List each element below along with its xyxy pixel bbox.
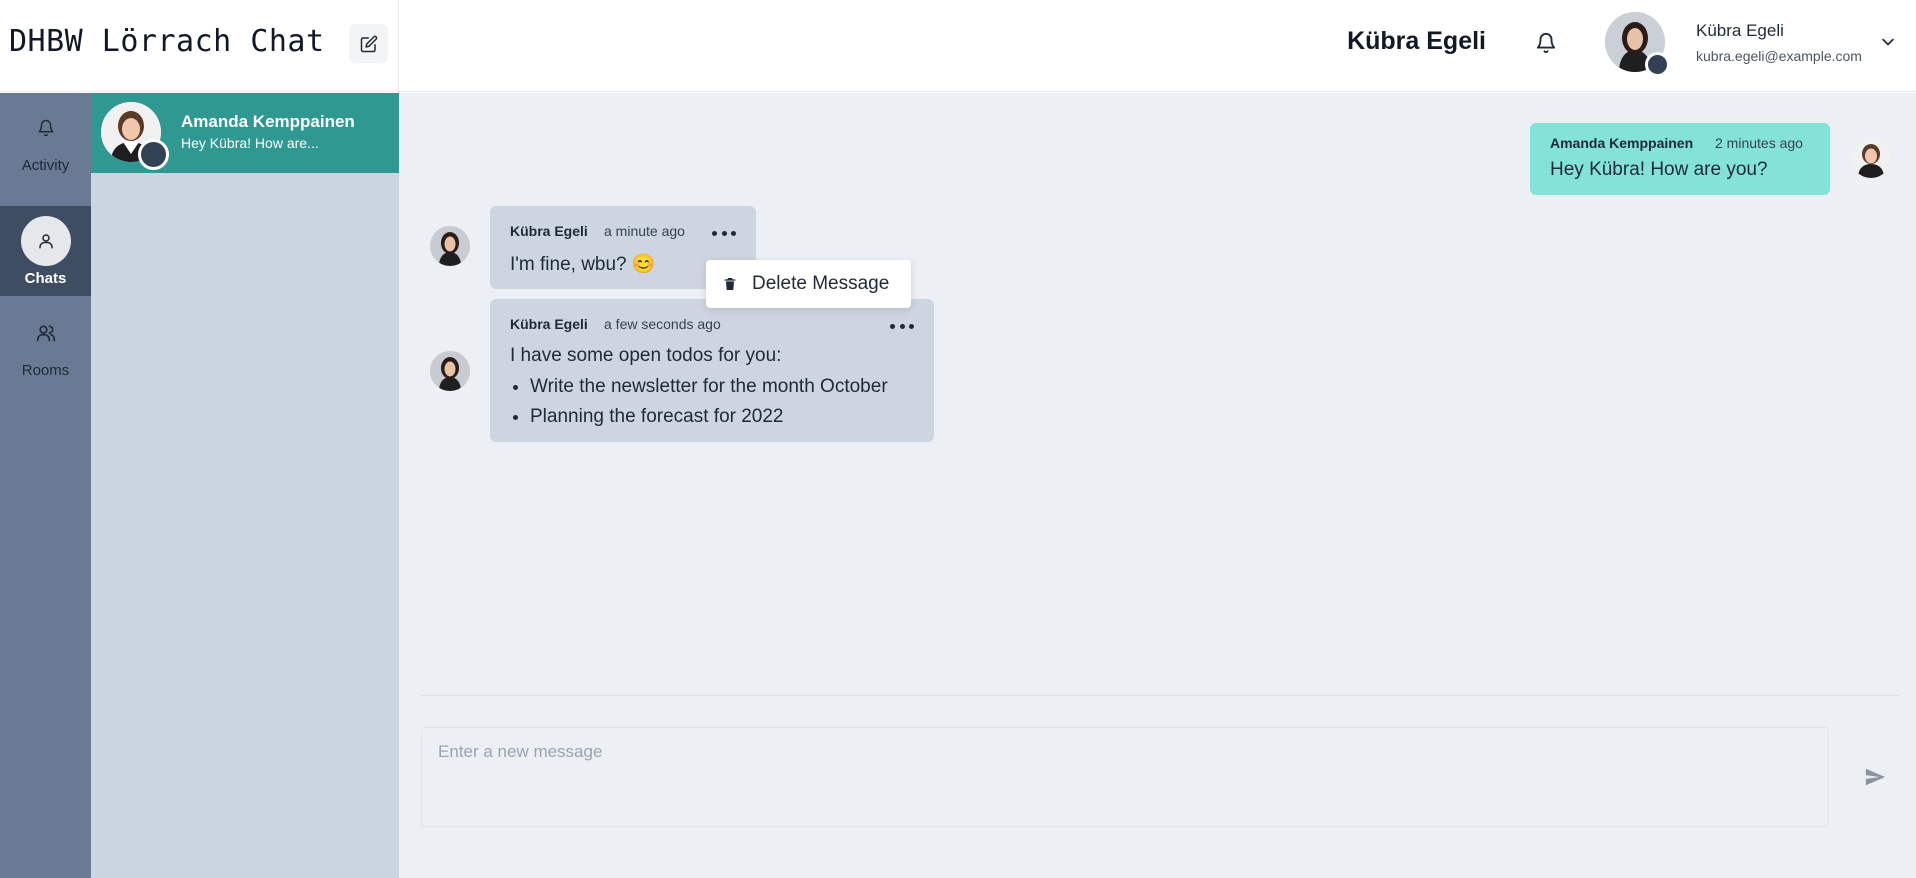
user-icon [20, 216, 71, 266]
left-nav: Activity Chats Rooms [0, 93, 91, 878]
app-title: DHBW Lörrach Chat [9, 24, 325, 59]
trash-icon [724, 278, 736, 290]
message-text: I'm fine, wbu? 😊 [510, 254, 656, 275]
nav-label: Rooms [21, 362, 70, 379]
more-options-button[interactable] [890, 319, 914, 333]
message-bubble[interactable]: Amanda Kemppainen 2 minutes ago Hey Kübr… [1530, 123, 1830, 195]
header-divider [398, 0, 399, 92]
new-chat-button[interactable] [349, 24, 388, 63]
message-author: Amanda Kemppainen [1550, 135, 1694, 151]
nav-item-activity[interactable]: Activity [0, 93, 91, 183]
chat-preview: Hey Kübra! How are... [181, 135, 319, 151]
message-time: a few seconds ago [604, 316, 721, 332]
message-text: I have some open todos for you: [510, 345, 782, 366]
status-indicator [138, 139, 169, 170]
composer-divider [420, 695, 1900, 696]
message-author: Kübra Egeli [510, 316, 588, 332]
message-time: a minute ago [604, 223, 685, 239]
todo-list: Write the newsletter for the month Octob… [510, 372, 888, 432]
delete-message-menu-item[interactable]: Delete Message [706, 260, 911, 308]
message-bubble[interactable]: Kübra Egeli a few seconds ago I have som… [490, 299, 934, 442]
avatar [430, 351, 470, 391]
message-author: Kübra Egeli [510, 223, 588, 239]
chevron-down-icon[interactable] [1878, 32, 1898, 52]
menu-item-label: Delete Message [752, 273, 890, 294]
avatar [430, 226, 470, 266]
edit-icon [360, 35, 377, 52]
avatar [1851, 138, 1891, 178]
top-header: DHBW Lörrach Chat Kübra Egeli Kübra Egel… [0, 0, 1916, 92]
chat-list: Amanda Kemppainen Hey Kübra! How are... [91, 93, 399, 878]
user-status-indicator [1645, 52, 1670, 77]
chat-name: Amanda Kemppainen [181, 112, 355, 131]
bell-icon [21, 103, 71, 153]
current-chat-title: Kübra Egeli [1347, 27, 1486, 55]
notifications-button[interactable] [1531, 28, 1561, 58]
nav-label: Activity [21, 157, 70, 174]
list-item: Write the newsletter for the month Octob… [530, 372, 888, 402]
bell-icon [1536, 33, 1556, 54]
message-text: Hey Kübra! How are you? [1550, 159, 1768, 180]
nav-item-rooms[interactable]: Rooms [0, 298, 91, 388]
nav-item-chats[interactable]: Chats [0, 206, 91, 296]
message-input[interactable] [421, 727, 1829, 827]
user-email: kubra.egeli@example.com [1696, 48, 1862, 64]
send-icon[interactable] [1864, 766, 1886, 788]
nav-label: Chats [24, 270, 67, 287]
message-time: 2 minutes ago [1715, 135, 1803, 151]
more-options-button[interactable] [712, 226, 736, 240]
list-item: Planning the forecast for 2022 [530, 402, 888, 432]
user-name: Kübra Egeli [1696, 21, 1784, 40]
chat-list-item[interactable]: Amanda Kemppainen Hey Kübra! How are... [91, 93, 399, 173]
users-icon [21, 308, 71, 358]
